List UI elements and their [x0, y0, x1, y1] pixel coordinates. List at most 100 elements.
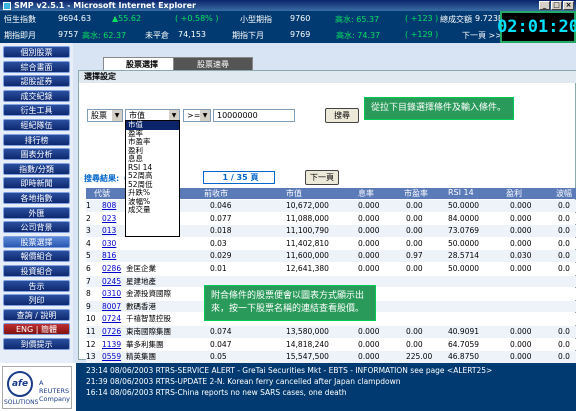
table-cell-yld: 0.000 — [358, 339, 380, 349]
sidebar-item[interactable]: 外匯 — [3, 206, 70, 219]
tab-stock-screener[interactable]: 股票選擇 — [103, 57, 181, 70]
sidebar-item[interactable]: 即時新聞 — [3, 177, 70, 190]
news-item[interactable]: 23:14 08/06/2003 RTRS-SERVICE ALERT - Gr… — [86, 365, 566, 376]
table-cell-rsi: 73.0769 — [448, 226, 480, 236]
ticker-field: 高水: 74.37 — [336, 31, 381, 40]
table-cell-pe: 0.00 — [406, 201, 423, 210]
news-item[interactable]: 21:39 08/06/2003 RTRS-UPDATE 2-N. Korean… — [86, 376, 566, 387]
column-header: 前收市 — [204, 189, 228, 198]
ticker-field: 9757 — [58, 30, 79, 39]
sidebar-item[interactable]: 列印 — [3, 294, 70, 307]
table-cell-vol: 0.0 — [558, 226, 570, 236]
ticker-field: 期指下月 — [232, 31, 264, 40]
table-cell-no: 3 — [86, 226, 91, 236]
page-indicator: 1 / 35 頁 — [203, 171, 275, 184]
table-cell-rsi: 50.0000 — [448, 264, 480, 273]
table-cell-no: 9 — [86, 301, 91, 311]
ticker-field[interactable]: 下一頁 >> — [462, 30, 502, 41]
news-area: afe SOLUTIONS A REUTERS Company 23:14 08… — [0, 363, 576, 411]
table-cell-code[interactable]: 0724 — [102, 313, 121, 325]
table-cell-no: 13 — [86, 352, 96, 362]
table-cell-no: 6 — [86, 264, 91, 273]
criteria-value: 市值 — [129, 111, 145, 120]
sidebar-item[interactable]: 經紀隊伍 — [3, 119, 70, 131]
sidebar-item[interactable]: 綜合畫面 — [3, 60, 70, 73]
column-header: RSI 14 — [448, 188, 474, 197]
table-cell-code[interactable]: 0245 — [102, 276, 121, 288]
callout-dropdown-hint: 從拉下目錄選擇條件及輸入條件。 — [364, 97, 514, 120]
table-cell-code[interactable]: 1139 — [102, 339, 121, 351]
table-cell-code[interactable]: 816 — [102, 250, 116, 262]
sidebar-item[interactable]: 股票選擇 — [3, 235, 70, 248]
table-cell-no: 1 — [86, 201, 91, 210]
sidebar-item[interactable]: 圖表分析 — [3, 148, 70, 161]
table-cell-code[interactable]: 808 — [102, 200, 116, 212]
tab-stock-search[interactable]: 股票速尋 — [173, 57, 253, 70]
sidebar-item[interactable]: 到價提示 — [3, 338, 70, 350]
sidebar-item[interactable]: 指數/分類 — [3, 162, 70, 175]
sidebar-item[interactable]: 告示 — [3, 279, 70, 292]
table-cell-code[interactable]: 0286 — [102, 263, 121, 275]
sidebar-item[interactable]: 認股証券 — [3, 75, 70, 88]
table-cell-code[interactable]: 0726 — [102, 326, 121, 338]
maximize-button[interactable]: □ — [551, 1, 562, 10]
sidebar-item[interactable]: 查詢 / 說明 — [3, 308, 70, 321]
company-logo: afe SOLUTIONS A REUTERS Company — [2, 366, 72, 409]
table-cell-yld: 0.000 — [358, 327, 380, 336]
sidebar-item[interactable]: ENG | 簡體 — [3, 323, 70, 336]
table-cell-code[interactable]: 0310 — [102, 288, 121, 300]
table-cell-code[interactable]: 030 — [102, 238, 116, 250]
value-input[interactable]: 10000000 — [213, 109, 295, 122]
sidebar-item[interactable]: 公司背景 — [3, 221, 70, 234]
stock-type-select[interactable]: 股票 ▼ — [87, 109, 123, 122]
table-cell-no: 2 — [86, 213, 91, 223]
table-row: 4 030 0.03 11,402,810 0.000 0.00 50.0000 0.000 0… — [86, 237, 576, 250]
ticker-field: 高水: 62.37 — [82, 31, 127, 40]
column-header: 代號 — [94, 189, 110, 198]
table-cell-prev: 0.05 — [210, 352, 227, 362]
table-cell-rsi: 50.0000 — [448, 238, 480, 248]
callout-results-hint: 附合條件的股票便會以圖表方式顯示出來，按一下股票名稱的連結查看股價。 — [204, 285, 376, 321]
table-cell-pe: 225.00 — [406, 352, 433, 362]
table-cell-vol: 0.0 — [558, 238, 570, 248]
minimize-button[interactable]: _ — [539, 1, 550, 10]
sidebar-item[interactable]: 各地指數 — [3, 192, 70, 204]
table-cell-eps: 0.000 — [510, 264, 532, 273]
close-button[interactable]: × — [563, 1, 574, 10]
table-cell-cap: 11,600,000 — [286, 251, 329, 261]
table-cell-no: 5 — [86, 251, 91, 261]
criteria-dropdown-list: 市值 盈率 市盈率 盈利 息息 RSI 14 52周高 52周低 升跌% 波幅% 成交量 — [125, 120, 180, 237]
column-header: 市值 — [286, 189, 302, 198]
sidebar-item[interactable]: 報價組合 — [3, 250, 70, 263]
ticker-field: ( +129 ) — [405, 30, 439, 39]
search-button[interactable]: 搜尋 — [325, 108, 359, 123]
sidebar-item[interactable]: 個別股票 — [3, 46, 70, 58]
dropdown-option[interactable]: 成交量 — [126, 205, 179, 215]
column-header: 波幅 — [556, 189, 572, 198]
table-cell-code[interactable]: 8007 — [102, 301, 121, 313]
table-cell-code[interactable]: 013 — [102, 225, 116, 237]
operator-select[interactable]: >= ▼ — [183, 109, 211, 122]
news-item[interactable]: 16:14 08/06/2003 RTRS-China reports no n… — [86, 387, 566, 398]
table-cell-pe: 0.00 — [406, 327, 423, 336]
table-cell-no: 7 — [86, 276, 91, 286]
ticker-field: 74,153 — [178, 30, 206, 39]
clock: 02:01:20 — [497, 11, 576, 43]
sidebar-item[interactable]: 投資組合 — [3, 265, 70, 277]
section-label: 選擇設定 — [79, 71, 576, 83]
table-cell-pe: 0.00 — [406, 264, 423, 273]
table-cell-code[interactable]: 023 — [102, 213, 116, 225]
table-cell-prev: 0.077 — [210, 213, 232, 223]
table-cell-name: 星建地產 — [126, 276, 156, 286]
next-page-button[interactable]: 下一頁 — [305, 170, 339, 185]
sidebar-item[interactable]: 衍生工具 — [3, 104, 70, 117]
table-cell-vol: 0.0 — [558, 213, 570, 223]
table-cell-yld: 0.000 — [358, 213, 380, 223]
sidebar-item[interactable]: 排行榜 — [3, 133, 70, 146]
table-cell-pe: 0.00 — [406, 213, 423, 223]
sidebar-item[interactable]: 成交紀錄 — [3, 89, 70, 102]
ticker-field: 9769 — [290, 30, 311, 39]
table-cell-vol: 0.0 — [558, 264, 570, 273]
table-cell-code[interactable]: 0559 — [102, 351, 121, 363]
column-header: 市盈率 — [404, 189, 428, 198]
